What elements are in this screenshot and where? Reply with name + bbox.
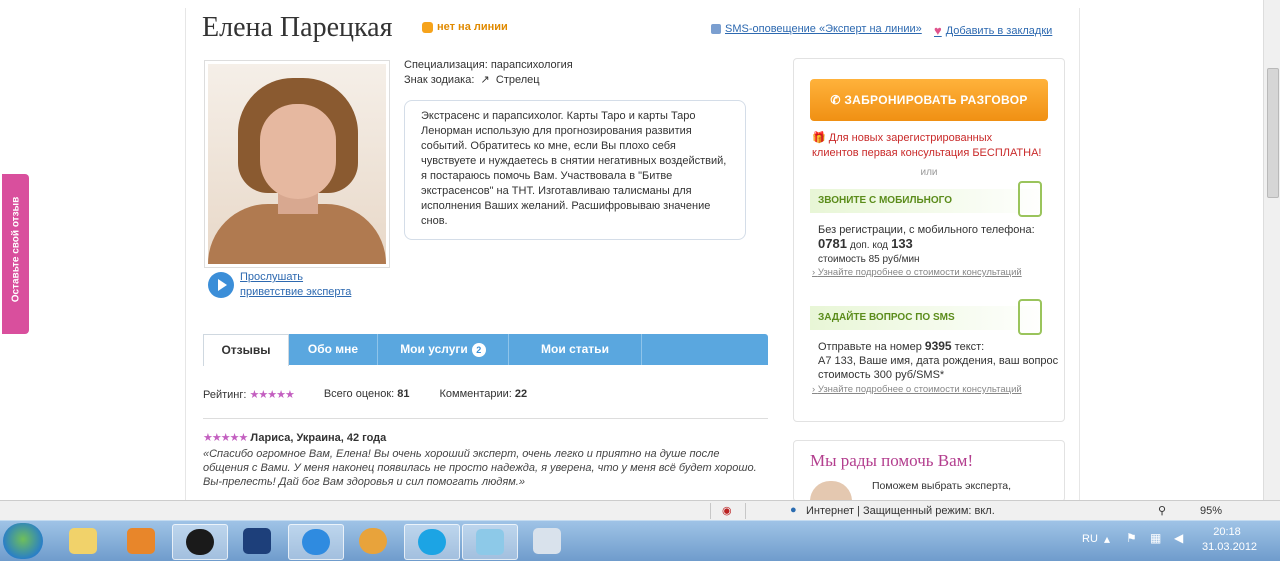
chrome-button[interactable] [346, 524, 400, 558]
zodiac-label: Знак зодиака: [404, 74, 475, 86]
bookmark-text: Добавить в закладки [945, 24, 1053, 37]
specialization: Специализация: парапсихология [404, 59, 573, 71]
listen-greeting[interactable]: Прослушать приветствие эксперта [208, 270, 351, 300]
security-zone[interactable]: Интернет | Защищенный режим: вкл. [806, 505, 995, 517]
mobile-phone-icon [1018, 181, 1042, 217]
about-text: Экстрасенс и парапсихолог. Карты Таро и … [421, 110, 727, 227]
help-title: Мы рады помочь Вам! [810, 451, 974, 470]
rating-row: Рейтинг: ★★★★★ Всего оценок: 81 Коммента… [203, 388, 527, 401]
explorer-button[interactable] [56, 524, 110, 558]
lock-icon[interactable]: ⚲ [1158, 504, 1166, 517]
sms-alert-text: SMS-оповещение «Эксперт на линии» [725, 23, 922, 35]
online-status-text: нет на линии [437, 21, 508, 33]
media-player-button[interactable] [114, 524, 168, 558]
globe-icon: ● [790, 504, 797, 516]
volume-icon[interactable]: ◀ [1174, 531, 1183, 545]
rating-stars: ★★★★★ [249, 389, 295, 401]
contact-sidebar: ✆ ЗАБРОНИРОВАТЬ РАЗГОВОР 🎁 Для новых зар… [793, 58, 1065, 422]
consultant-avatar [810, 481, 852, 500]
gift-icon: 🎁 [812, 132, 829, 144]
clock-time: 20:18 [1213, 526, 1241, 538]
services-count-badge: 2 [471, 343, 486, 357]
ie-icon [302, 529, 330, 555]
listen-label-1: Прослушать [240, 271, 304, 283]
help-text: Поможем выбрать эксперта, [872, 480, 1012, 492]
about-bubble: Экстрасенс и парапсихолог. Карты Таро и … [404, 100, 746, 240]
profile-tabs: Отзывы Обо мне Мои услуги 2 Мои статьи [203, 334, 768, 366]
taskbar-clock[interactable]: 20:18 31.03.2012 [1202, 525, 1258, 555]
skype-button[interactable] [404, 524, 460, 560]
tab-services[interactable]: Мои услуги 2 [378, 334, 509, 365]
tab-about[interactable]: Обо мне [289, 334, 378, 365]
internet-explorer-button[interactable] [288, 524, 344, 560]
hp-icon [186, 529, 214, 555]
calculator-button[interactable] [520, 524, 574, 558]
chrome-icon [359, 528, 387, 554]
phone-status-icon [422, 21, 433, 33]
profile-content: Елена Парецкая нет на линии SMS-оповещен… [185, 8, 1080, 500]
or-separator: или [920, 167, 938, 178]
divider [203, 418, 768, 419]
hp-button[interactable] [172, 524, 228, 560]
scrollbar-thumb[interactable] [1267, 68, 1279, 198]
mobile-info: Без регистрации, с мобильного телефона: … [818, 224, 1035, 265]
bookmark-link[interactable]: ♥ Добавить в закладки [934, 23, 1052, 38]
expert-info: Специализация: парапсихология Знак зодиа… [404, 58, 573, 88]
total-count: 81 [397, 388, 410, 400]
promo-text: 🎁 Для новых зарегистрированных клиентов … [812, 132, 1042, 159]
expand-tray-icon[interactable]: ▴ [1104, 532, 1110, 546]
sms-section-header: ЗАДАЙТЕ ВОПРОС ПО SMS [810, 306, 1048, 330]
sagittarius-icon: ↗ [477, 74, 493, 86]
tasks-button[interactable] [230, 524, 284, 558]
review-author: Лариса, Украина, 42 года [250, 432, 387, 444]
language-indicator[interactable]: RU [1082, 533, 1098, 545]
sms-alert-link[interactable]: SMS-оповещение «Эксперт на линии» [711, 23, 922, 35]
review-text: «Спасибо огромное Вам, Елена! Вы очень х… [203, 448, 757, 488]
comments-label: Комментарии: [439, 388, 512, 400]
flag-icon[interactable]: ⚑ [1126, 531, 1137, 545]
folder-icon [69, 528, 97, 554]
browser-status-bar: ◉ ● Интернет | Защищенный режим: вкл. ⚲ … [0, 500, 1280, 521]
expert-name: Елена Парецкая [202, 12, 393, 43]
calculator-icon [533, 528, 561, 554]
mobile-section-header: ЗВОНИТЕ С МОБИЛЬНОГО [810, 189, 1048, 213]
zodiac-row: Знак зодиака: ↗ Стрелец [404, 73, 573, 88]
sms-price-link[interactable]: › Узнайте подробнее о стоимости консульт… [812, 384, 1022, 395]
media-player-icon [127, 528, 155, 554]
expert-photo [204, 60, 390, 268]
checkmark-icon [243, 528, 271, 554]
comments-count: 22 [514, 388, 528, 400]
tracking-icon[interactable]: ◉ [722, 504, 732, 517]
sms-phone-icon [1018, 299, 1042, 335]
browser-page: Оставьте свой отзыв Елена Парецкая нет н… [0, 0, 1280, 500]
heart-icon: ♥ [934, 23, 942, 38]
start-button[interactable] [3, 523, 43, 559]
help-box: Мы рады помочь Вам! Поможем выбрать эксп… [793, 440, 1065, 500]
review-item: ★★★★★ Лариса, Украина, 42 года «Спасибо … [203, 431, 768, 489]
play-icon[interactable] [208, 272, 234, 298]
leave-feedback-label: Оставьте свой отзыв [10, 196, 22, 303]
notepad-icon [476, 529, 504, 555]
rating-label: Рейтинг: [203, 389, 247, 401]
network-icon[interactable]: ▦ [1150, 531, 1161, 545]
zodiac-value: Стрелец [495, 74, 540, 86]
zoom-level[interactable]: 95% [1200, 505, 1222, 517]
sms-info: Отправьте на номер 9395 текст: А7 133, В… [818, 339, 1059, 381]
total-label: Всего оценок: [323, 388, 395, 400]
page-scrollbar[interactable] [1263, 0, 1280, 500]
clock-date: 31.03.2012 [1202, 541, 1258, 553]
mobile-price-link[interactable]: › Узнайте подробнее о стоимости консульт… [812, 267, 1022, 278]
windows-taskbar: RU ▴ ⚑ ▦ ◀ 20:18 31.03.2012 [0, 520, 1280, 561]
review-stars: ★★★★★ [203, 432, 248, 444]
online-status: нет на линии [422, 21, 508, 33]
phone-plus-icon: ✆ [830, 93, 845, 107]
listen-label-2: приветствие эксперта [240, 286, 352, 298]
book-call-button[interactable]: ✆ ЗАБРОНИРОВАТЬ РАЗГОВОР [810, 79, 1048, 121]
sms-icon [711, 24, 721, 34]
notepad-button[interactable] [462, 524, 518, 560]
tab-reviews[interactable]: Отзывы [203, 334, 289, 366]
skype-icon [418, 529, 446, 555]
tab-articles[interactable]: Мои статьи [509, 334, 642, 365]
leave-feedback-tab[interactable]: Оставьте свой отзыв [2, 174, 29, 334]
